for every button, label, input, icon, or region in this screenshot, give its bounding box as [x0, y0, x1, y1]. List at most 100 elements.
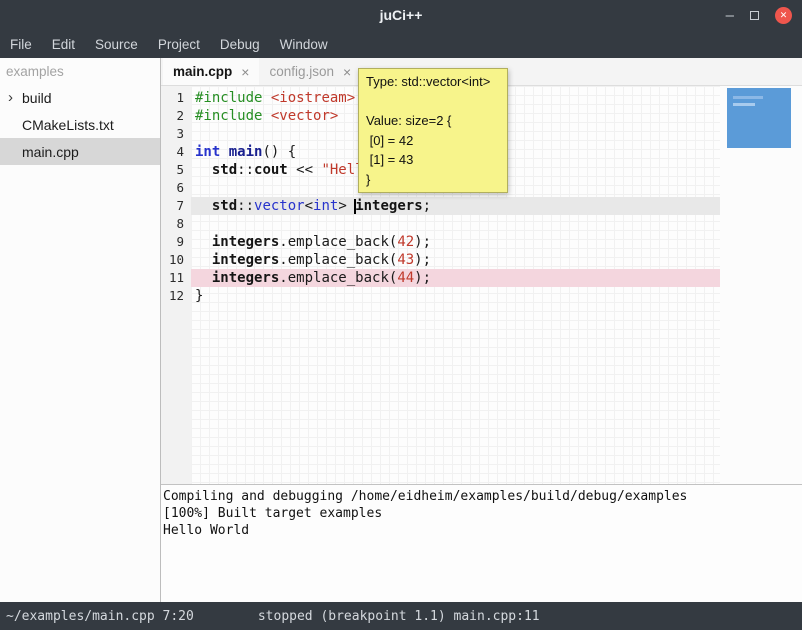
- tab-close-icon[interactable]: ×: [241, 64, 249, 80]
- code-token: integers: [212, 252, 279, 268]
- restore-button-icon[interactable]: [750, 11, 759, 20]
- close-button-icon[interactable]: ✕: [775, 7, 792, 24]
- tree-item-label: CMakeLists.txt: [22, 117, 114, 133]
- line-number[interactable]: 7: [161, 197, 191, 215]
- code-line: 9 integers.emplace_back(42);: [161, 233, 720, 251]
- code-token: .emplace_back(: [279, 252, 397, 268]
- code-token: [195, 234, 212, 250]
- code-token: int: [195, 144, 220, 160]
- line-number[interactable]: 11: [161, 269, 191, 287]
- tree-item-label: main.cpp: [22, 144, 79, 160]
- code-token: [195, 270, 212, 286]
- terminal-line: [100%] Built target examples: [163, 505, 800, 522]
- tab-label: main.cpp: [173, 64, 232, 79]
- menu-item-edit[interactable]: Edit: [42, 30, 85, 58]
- folder-expand-icon[interactable]: ›: [8, 89, 22, 106]
- terminal-line: Hello World: [163, 522, 800, 539]
- code-text[interactable]: }: [191, 287, 720, 305]
- code-token: }: [195, 288, 203, 304]
- tab-config-json[interactable]: config.json ×: [259, 58, 361, 85]
- code-token: () {: [262, 144, 296, 160]
- code-token: );: [414, 270, 431, 286]
- code-token: >: [338, 198, 355, 214]
- code-token: [195, 198, 212, 214]
- code-token: );: [414, 252, 431, 268]
- menubar: FileEditSourceProjectDebugWindow: [0, 30, 802, 58]
- window-controls: – ✕: [726, 0, 792, 30]
- code-text[interactable]: integers.emplace_back(42);: [191, 233, 720, 251]
- code-text[interactable]: integers.emplace_back(43);: [191, 251, 720, 269]
- code-token: ::: [237, 162, 254, 178]
- code-token: cout: [254, 162, 288, 178]
- terminal-line: Compiling and debugging /home/eidheim/ex…: [163, 488, 800, 505]
- window-title: juCi++: [380, 7, 423, 23]
- line-number[interactable]: 8: [161, 215, 191, 233]
- minimize-button-icon[interactable]: –: [726, 8, 734, 23]
- tooltip-line: Type: std::vector<int>: [366, 72, 500, 92]
- code-token: #include: [195, 90, 262, 106]
- code-token: main: [229, 144, 263, 160]
- tooltip-line: Value: size=2 {: [366, 111, 500, 131]
- menu-item-file[interactable]: File: [0, 30, 42, 58]
- body: examples ›build CMakeLists.txt main.cpp ma…: [0, 58, 802, 602]
- titlebar[interactable]: juCi++ – ✕: [0, 0, 802, 30]
- status-file-position: ~/examples/main.cpp 7:20: [6, 609, 194, 624]
- line-number[interactable]: 1: [161, 89, 191, 107]
- juci-window: juCi++ – ✕ FileEditSourceProjectDebugWin…: [0, 0, 802, 630]
- code-line: 7 std::vector<int> integers;: [161, 197, 720, 215]
- code-token: <: [305, 198, 313, 214]
- line-number[interactable]: 6: [161, 179, 191, 197]
- code-line: 10 integers.emplace_back(43);: [161, 251, 720, 269]
- code-token: integers: [212, 270, 279, 286]
- line-number[interactable]: 4: [161, 143, 191, 161]
- file-tree: ›build CMakeLists.txt main.cpp: [0, 84, 160, 165]
- code-line: 12}: [161, 287, 720, 305]
- code-token: int: [313, 198, 338, 214]
- menu-item-source[interactable]: Source: [85, 30, 148, 58]
- menu-item-project[interactable]: Project: [148, 30, 210, 58]
- code-token: 42: [397, 234, 414, 250]
- code-token: [220, 144, 228, 160]
- tree-item-cmakelists-txt[interactable]: CMakeLists.txt: [0, 111, 160, 138]
- code-text[interactable]: std::vector<int> integers;: [191, 197, 720, 215]
- menu-item-window[interactable]: Window: [270, 30, 338, 58]
- project-name-header: examples: [0, 58, 160, 84]
- code-token: <<: [288, 162, 322, 178]
- code-token: .emplace_back(: [279, 234, 397, 250]
- status-debug-state: stopped (breakpoint 1.1) main.cpp:11: [258, 609, 540, 624]
- statusbar: ~/examples/main.cpp 7:20 stopped (breakp…: [0, 602, 802, 630]
- tree-item-main-cpp[interactable]: main.cpp: [0, 138, 160, 165]
- line-number[interactable]: 2: [161, 107, 191, 125]
- line-number[interactable]: 3: [161, 125, 191, 143]
- code-text[interactable]: integers.emplace_back(44);: [191, 269, 720, 287]
- tree-item-build[interactable]: ›build: [0, 84, 160, 111]
- line-number[interactable]: 9: [161, 233, 191, 251]
- code-token: integers: [355, 198, 422, 214]
- terminal-output[interactable]: Compiling and debugging /home/eidheim/ex…: [161, 485, 802, 602]
- tooltip-line: [0] = 42: [366, 131, 500, 151]
- editor-area: main.cpp × config.json × 1#include <iostrea…: [161, 58, 802, 602]
- tab-label: config.json: [269, 64, 334, 79]
- code-token: 44: [397, 270, 414, 286]
- code-token: std: [212, 198, 237, 214]
- line-number[interactable]: 5: [161, 161, 191, 179]
- tab-main-cpp[interactable]: main.cpp ×: [163, 58, 259, 85]
- code-token: [262, 90, 270, 106]
- tree-item-label: build: [22, 90, 52, 106]
- code-text[interactable]: [191, 215, 720, 233]
- tab-close-icon[interactable]: ×: [343, 64, 351, 80]
- line-number[interactable]: 12: [161, 287, 191, 305]
- code-token: integers: [212, 234, 279, 250]
- code-line: 8: [161, 215, 720, 233]
- code-token: [195, 162, 212, 178]
- line-number[interactable]: 10: [161, 251, 191, 269]
- file-tree-sidebar: examples ›build CMakeLists.txt main.cpp: [0, 58, 160, 602]
- tooltip-line: }: [366, 170, 500, 190]
- menu-item-debug[interactable]: Debug: [210, 30, 270, 58]
- code-token: [262, 108, 270, 124]
- code-token: #include: [195, 108, 262, 124]
- code-token: ;: [423, 198, 431, 214]
- code-token: 43: [397, 252, 414, 268]
- debug-value-tooltip: Type: std::vector<int>Value: size=2 { [0…: [358, 68, 508, 193]
- code-token: <iostream>: [271, 90, 355, 106]
